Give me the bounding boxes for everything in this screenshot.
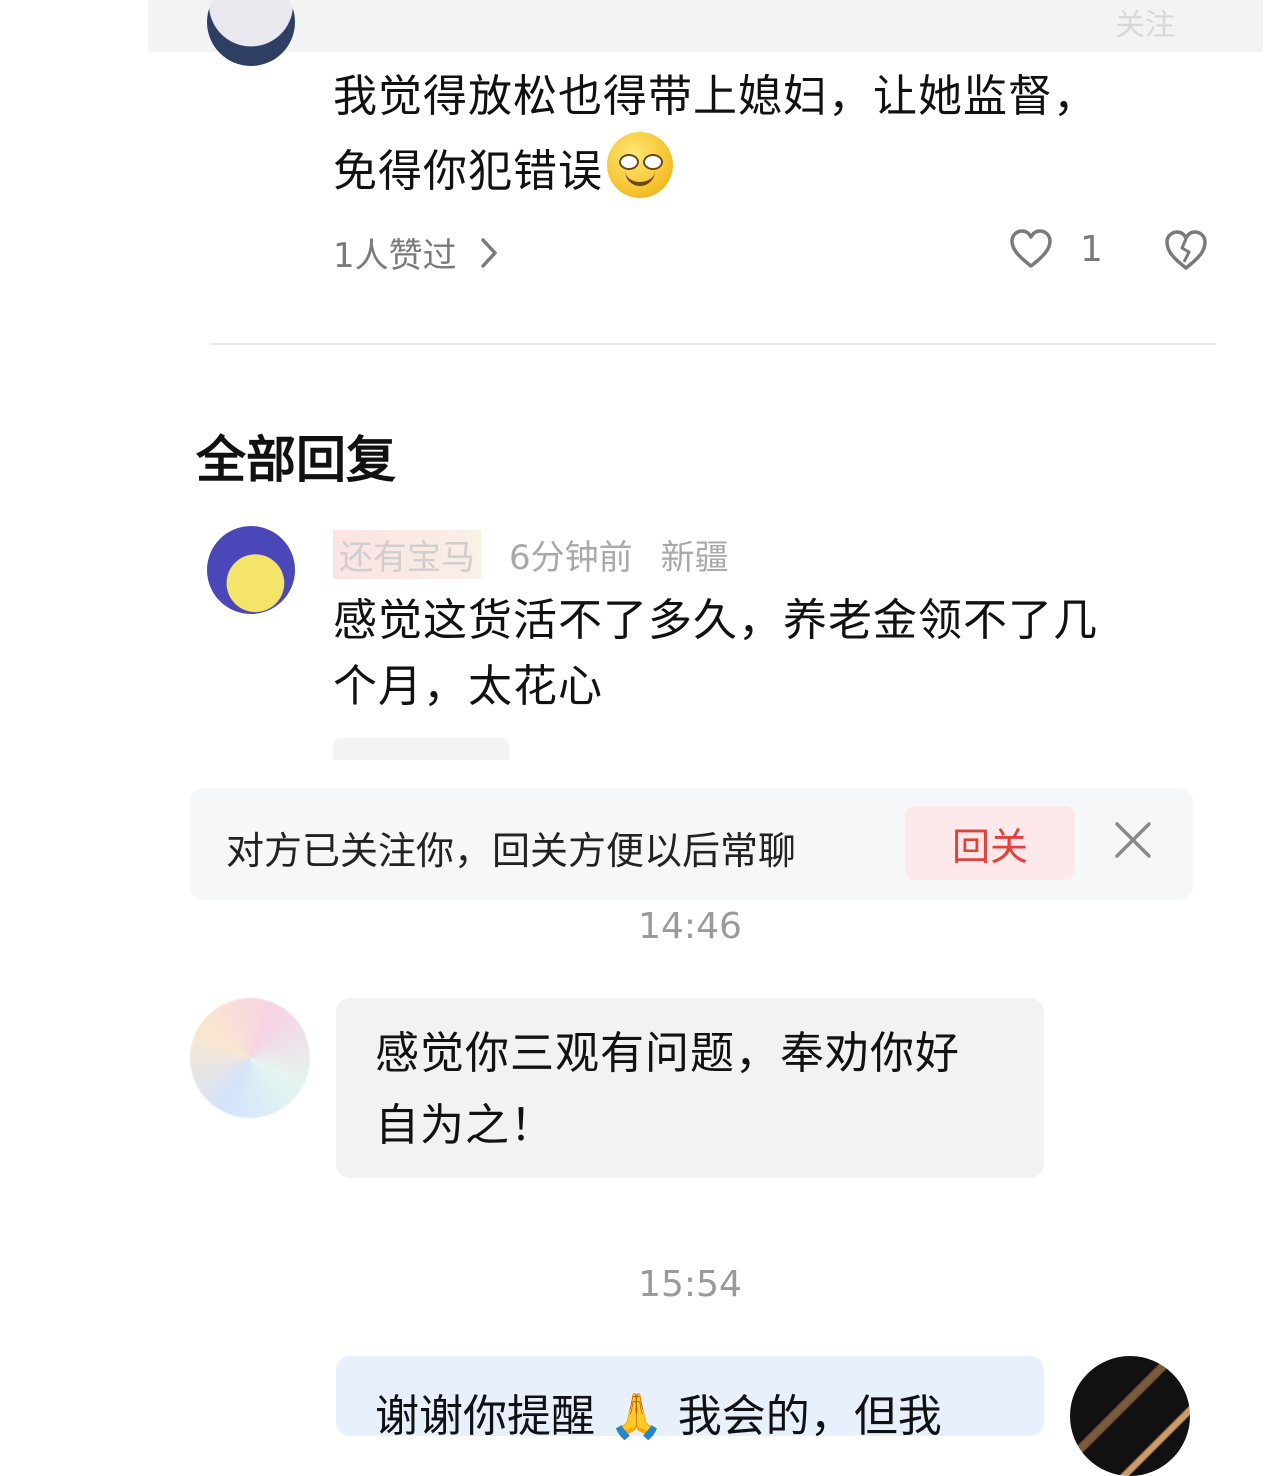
follow-back-button[interactable]: 回关 <box>905 806 1075 880</box>
comment-line-1: 我觉得放松也得带上媳妇，让她监督， <box>333 71 1098 122</box>
like-count: 1 <box>1080 228 1103 270</box>
dislike-button[interactable] <box>1162 228 1210 276</box>
avatar[interactable] <box>207 526 295 614</box>
reply-line-1: 感觉这货活不了多久，养老金领不了几 <box>333 595 1098 646</box>
heart-icon <box>1010 229 1052 268</box>
time-ago: 6分钟前 <box>509 538 633 578</box>
divider <box>210 343 1216 345</box>
broken-heart-icon <box>1165 230 1207 270</box>
reply-text: 感觉这货活不了多久，养老金领不了几 个月，太花心 <box>333 588 1203 720</box>
follow-button[interactable]: 关注 <box>1115 0 1175 44</box>
message-line-1: 感觉你三观有问题，奉劝你好 <box>375 1028 960 1079</box>
smirk-emoji-icon <box>607 132 673 198</box>
reply-actions-clipped <box>333 738 509 760</box>
avatar[interactable] <box>1070 1356 1190 1476</box>
timestamp: 15:54 <box>638 1264 742 1305</box>
main-comment-text: 我觉得放松也得带上媳妇，让她监督， 免得你犯错误 <box>333 62 1203 207</box>
avatar[interactable] <box>190 998 310 1118</box>
avatar[interactable] <box>207 0 295 66</box>
incoming-message-text: 感觉你三观有问题，奉劝你好 自为之！ <box>375 1018 1025 1162</box>
username[interactable]: 还有宝马 <box>333 530 481 579</box>
liked-by-link[interactable]: 1人赞过 <box>333 228 499 277</box>
close-button[interactable] <box>1113 820 1153 864</box>
outgoing-message-text: 谢谢你提醒 🙏 我会的，但我 <box>375 1391 942 1442</box>
comment-line-2: 免得你犯错误 <box>333 146 603 197</box>
section-title: 全部回复 <box>196 431 396 489</box>
liked-by-label: 1人赞过 <box>333 236 457 276</box>
reply-meta: 还有宝马 6分钟前 新疆 <box>333 530 729 579</box>
location: 新疆 <box>660 538 729 578</box>
message-line-2: 自为之！ <box>375 1100 555 1151</box>
timestamp: 14:46 <box>638 906 742 947</box>
close-icon <box>1115 822 1151 858</box>
follow-back-text: 对方已关注你，回关方便以后常聊 <box>226 829 797 873</box>
reply-line-2: 个月，太花心 <box>333 661 603 712</box>
chevron-right-icon <box>480 237 497 268</box>
top-bar <box>148 0 1263 52</box>
like-button[interactable]: 1 <box>1008 228 1103 270</box>
